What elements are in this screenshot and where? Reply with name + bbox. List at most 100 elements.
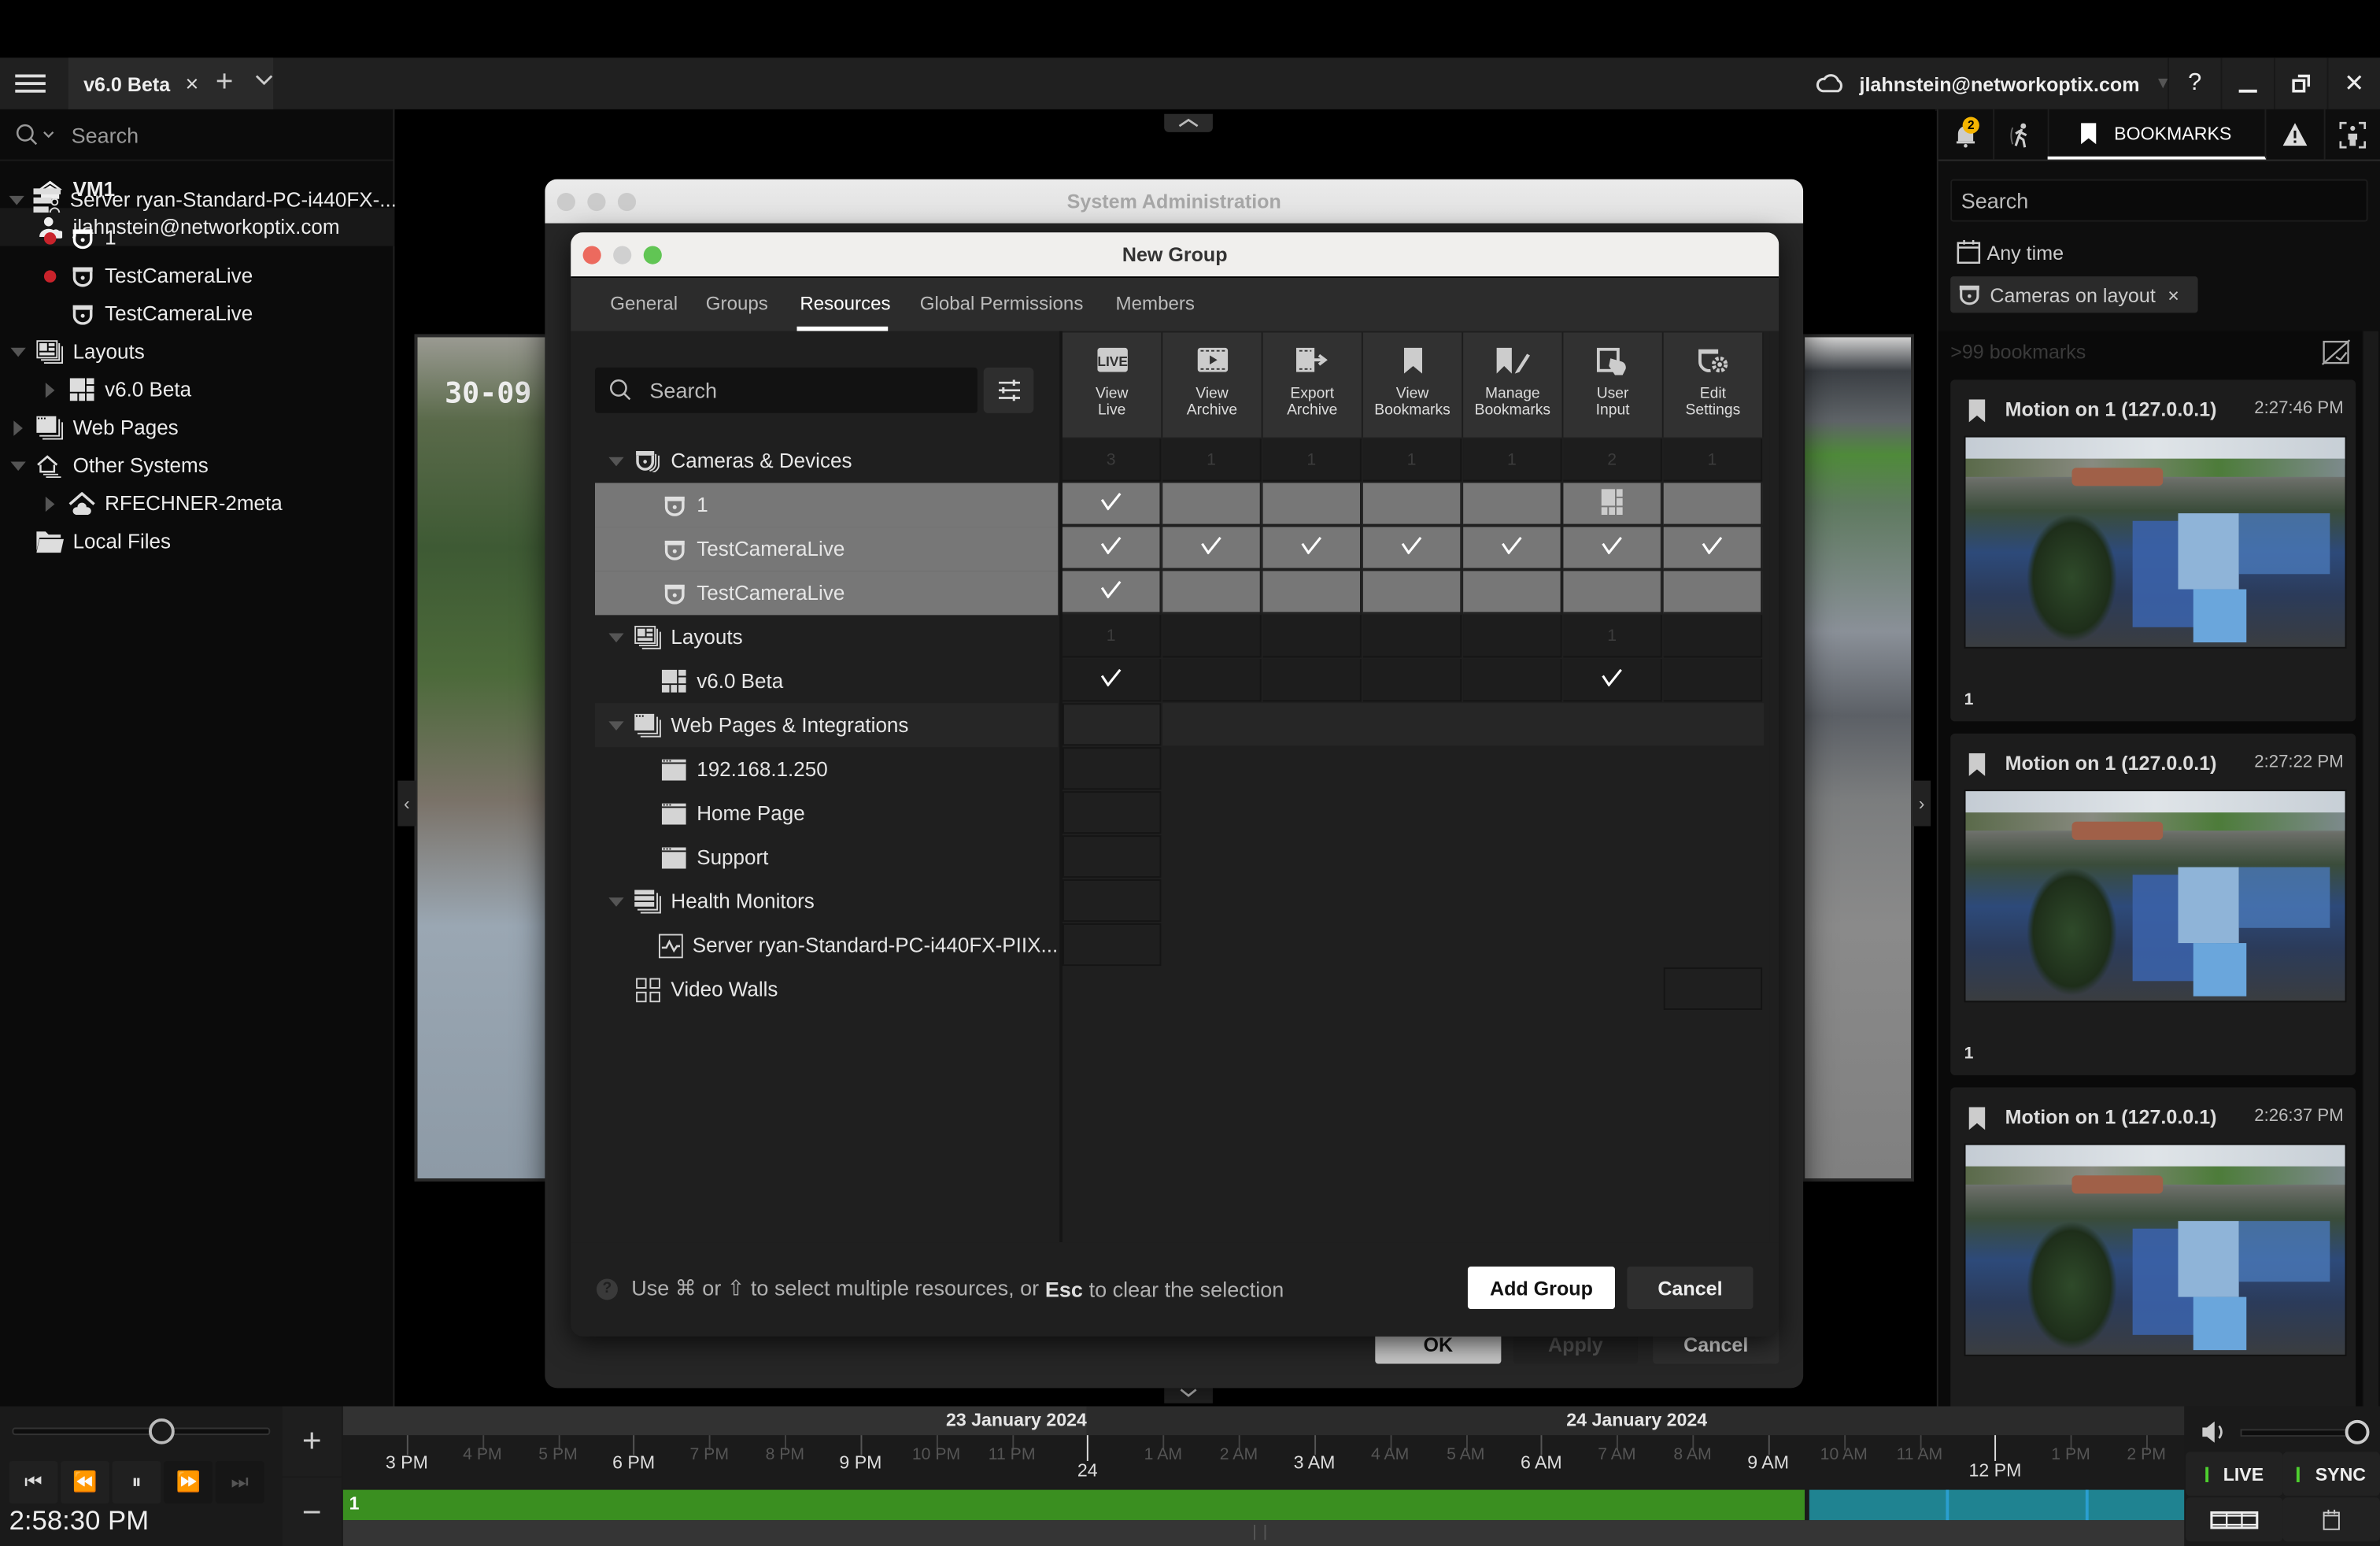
collapse-left-button[interactable]: ‹ bbox=[397, 780, 416, 827]
permission-cell[interactable] bbox=[1262, 571, 1362, 614]
tab-global-permissions[interactable]: Global Permissions bbox=[920, 293, 1084, 314]
permission-count-cell[interactable]: 1 bbox=[1262, 438, 1362, 482]
live-button[interactable]: LIVE bbox=[2186, 1452, 2283, 1496]
permission-cell[interactable] bbox=[1162, 483, 1262, 526]
rewind-button[interactable]: ⏪ bbox=[61, 1460, 109, 1503]
main-menu-button[interactable] bbox=[12, 70, 48, 98]
permission-cell[interactable] bbox=[1162, 659, 1262, 702]
volume-icon[interactable] bbox=[2201, 1421, 2228, 1443]
permission-cell[interactable] bbox=[1062, 747, 1162, 790]
thumbnails-toggle-icon[interactable] bbox=[2321, 338, 2352, 366]
minimize-window-dot[interactable] bbox=[587, 193, 606, 212]
sidebar-tree-item[interactable]: RFECHNER-2meta bbox=[0, 484, 393, 522]
bookmark-card[interactable]: Motion on 1 (127.0.0.1)2:26:37 PM 1 bbox=[1950, 1087, 2356, 1452]
bookmark-thumbnail[interactable] bbox=[1964, 1143, 2347, 1356]
permission-column-header[interactable]: View Archive bbox=[1162, 332, 1263, 438]
sidebar-tree-item[interactable]: TestCameraLive bbox=[0, 294, 393, 332]
remove-filter-icon[interactable]: × bbox=[2168, 283, 2179, 306]
permission-cell[interactable] bbox=[1663, 527, 1763, 570]
permission-column-header[interactable]: Manage Bookmarks bbox=[1463, 332, 1564, 438]
resource-row[interactable]: v6.0 Beta bbox=[595, 659, 1058, 703]
permission-count-cell[interactable]: 2 bbox=[1563, 438, 1662, 482]
close-window-button[interactable]: ✕ bbox=[2326, 57, 2380, 109]
permission-column-header[interactable]: User Input bbox=[1563, 332, 1664, 438]
tab-resources[interactable]: Resources bbox=[800, 293, 890, 314]
collapse-top-button[interactable] bbox=[1164, 113, 1213, 132]
permission-column-header[interactable]: Edit Settings bbox=[1663, 332, 1764, 438]
permission-cell[interactable] bbox=[1262, 483, 1362, 526]
permission-cell[interactable] bbox=[1062, 483, 1162, 526]
sidebar-tree-item[interactable]: Local Files bbox=[0, 523, 393, 560]
collapse-right-button[interactable]: › bbox=[1912, 780, 1931, 827]
sync-button[interactable]: SYNC bbox=[2282, 1452, 2380, 1496]
collapse-arrow-icon[interactable] bbox=[45, 495, 55, 512]
permission-cell[interactable] bbox=[1362, 659, 1462, 702]
permission-cell[interactable] bbox=[1062, 835, 1162, 878]
close-tab-icon[interactable]: × bbox=[185, 71, 198, 97]
resource-group-row[interactable]: Video Walls bbox=[595, 967, 1058, 1012]
permission-cell[interactable] bbox=[1062, 659, 1162, 702]
bookmark-card[interactable]: Motion on 1 (127.0.0.1) 2:27:22 PM 1 bbox=[1950, 733, 2356, 1075]
permission-cell[interactable] bbox=[1463, 659, 1562, 702]
expand-arrow-icon[interactable] bbox=[608, 632, 624, 642]
resource-row[interactable]: 1 bbox=[594, 483, 1059, 527]
permission-cell[interactable] bbox=[1663, 483, 1763, 526]
permission-count-cell[interactable] bbox=[1463, 615, 1562, 658]
scroll-grip[interactable] bbox=[1253, 1524, 1266, 1540]
resource-search[interactable]: Search bbox=[0, 109, 394, 161]
zoom-out-button[interactable]: − bbox=[282, 1478, 342, 1546]
layout-tab[interactable]: v6.0 Beta × bbox=[68, 57, 274, 109]
thumbnails-button[interactable] bbox=[2186, 1497, 2283, 1542]
tab-list-chevron-icon[interactable] bbox=[255, 68, 273, 91]
permission-cell[interactable] bbox=[1463, 483, 1562, 526]
help-button[interactable]: ? bbox=[2167, 57, 2221, 109]
resource-row[interactable]: TestCameraLive bbox=[594, 527, 1059, 571]
permission-cell[interactable] bbox=[1062, 879, 1162, 923]
permission-count-cell[interactable]: 1 bbox=[1062, 615, 1162, 658]
close-window-dot[interactable] bbox=[556, 193, 575, 212]
camera-tile-left[interactable]: 30-09 bbox=[414, 334, 552, 1182]
permission-cell[interactable] bbox=[1062, 571, 1162, 614]
recording-segment[interactable] bbox=[342, 1489, 1805, 1521]
tab-notifications[interactable]: 2 bbox=[1938, 109, 1995, 160]
expand-arrow-icon[interactable] bbox=[608, 720, 624, 730]
skip-to-end-button[interactable]: ⏭ bbox=[215, 1460, 264, 1503]
permission-count-cell[interactable]: 1 bbox=[1563, 615, 1662, 658]
permission-column-header[interactable]: View Bookmarks bbox=[1362, 332, 1464, 438]
resource-search-field[interactable]: Search bbox=[594, 367, 978, 413]
resource-row[interactable]: Support bbox=[595, 835, 1058, 879]
resource-search-input[interactable]: Search bbox=[72, 122, 139, 146]
resource-group-row[interactable]: Cameras & Devices bbox=[595, 439, 1058, 483]
resource-group-row[interactable]: Layouts bbox=[595, 615, 1058, 659]
tab-bookmarks[interactable]: BOOKMARKS bbox=[2047, 109, 2267, 160]
cloud-account-menu[interactable]: jlahnstein@networkoptix.com ▼ bbox=[1816, 57, 2171, 109]
permission-cell[interactable] bbox=[1463, 571, 1562, 614]
permission-column-header[interactable]: Export Archive bbox=[1262, 332, 1363, 438]
resource-group-row[interactable]: Web Pages & Integrations bbox=[594, 703, 1059, 748]
collapse-arrow-icon[interactable] bbox=[13, 420, 23, 435]
permission-cell[interactable] bbox=[1563, 483, 1662, 526]
bookmark-search-input[interactable]: Search bbox=[1950, 179, 2368, 222]
bookmark-thumbnail[interactable] bbox=[1964, 435, 2347, 649]
permission-cell[interactable] bbox=[1362, 571, 1462, 614]
calendar-button[interactable] bbox=[2282, 1497, 2380, 1542]
filter-settings-button[interactable] bbox=[983, 367, 1034, 413]
permission-cell[interactable] bbox=[1162, 527, 1262, 570]
tab-motion[interactable] bbox=[1993, 109, 2049, 160]
permission-count-cell[interactable]: 1 bbox=[1362, 438, 1462, 482]
sidebar-tree-item[interactable]: TestCameraLive bbox=[0, 257, 393, 294]
motion-segment[interactable] bbox=[1809, 1489, 2185, 1521]
permission-count-cell[interactable]: 1 bbox=[1463, 438, 1562, 482]
permission-cell[interactable] bbox=[1663, 967, 1763, 1010]
tab-events[interactable] bbox=[2266, 109, 2326, 160]
new-tab-button[interactable]: + bbox=[216, 65, 234, 100]
permission-cell[interactable] bbox=[1062, 527, 1162, 570]
camera-tile-right[interactable] bbox=[1802, 334, 1914, 1182]
tab-general[interactable]: General bbox=[610, 293, 678, 314]
bookmark-thumbnail[interactable] bbox=[1964, 790, 2347, 1003]
volume-slider-handle[interactable] bbox=[2345, 1419, 2370, 1444]
permission-cell[interactable] bbox=[1162, 571, 1262, 614]
permission-cell[interactable] bbox=[1362, 483, 1462, 526]
minimize-button[interactable] bbox=[2220, 57, 2273, 109]
close-dialog-dot[interactable] bbox=[582, 246, 601, 264]
